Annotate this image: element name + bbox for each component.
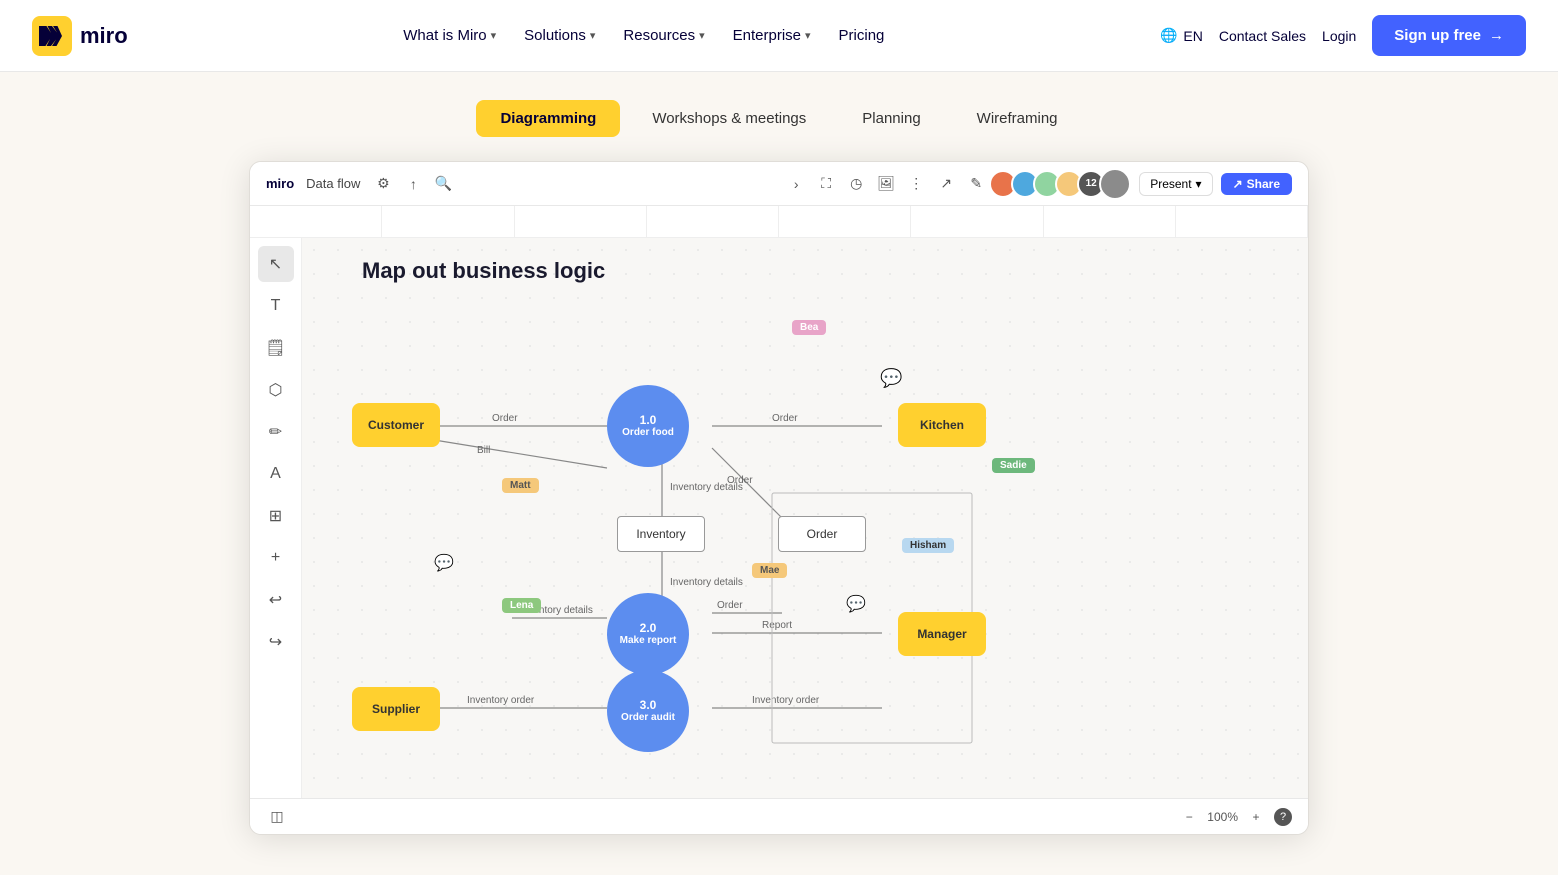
nav-what-is-miro[interactable]: What is Miro ▾: [391, 19, 508, 52]
tab-planning[interactable]: Planning: [838, 100, 944, 137]
feature-tabs: Diagramming Workshops & meetings Plannin…: [0, 72, 1558, 161]
diagram-title: Map out business logic: [362, 258, 605, 284]
doc-title[interactable]: Data flow: [306, 176, 360, 191]
canvas-toolbar: miro Data flow ⚙ ↑ 🔍 › ⛶ ◷ 🖼 ⋮ ↗ ✎: [250, 162, 1308, 206]
chevron-down-icon: ▾: [699, 29, 705, 42]
nav-resources[interactable]: Resources ▾: [611, 19, 716, 52]
strip-cell: [382, 206, 514, 237]
user-tag-lena: Lena: [502, 598, 541, 613]
collaborator-avatars: 12: [995, 168, 1131, 200]
panel-toggle-icon[interactable]: ◫: [266, 806, 288, 828]
strip-cell: [515, 206, 647, 237]
image-icon[interactable]: 🖼: [875, 173, 897, 195]
logo-text: miro: [80, 23, 128, 49]
canvas-body: ↖ T 🗒 ⬡ ✏ A ⊞ + ↩ ↪ Order: [250, 238, 1308, 798]
chat-bubble-icon: 💬: [880, 368, 902, 389]
user-avatar[interactable]: [1099, 168, 1131, 200]
chat-bubble-icon-3: 💬: [846, 594, 866, 614]
login-button[interactable]: Login: [1322, 28, 1356, 44]
present-button[interactable]: Present ▾: [1139, 172, 1212, 196]
header-right: 🌐 EN Contact Sales Login Sign up free →: [1160, 15, 1526, 56]
toolbar-icons: ⚙ ↑ 🔍: [372, 173, 454, 195]
connector-tool[interactable]: A: [258, 456, 294, 492]
share-button[interactable]: ↗ Share: [1221, 173, 1292, 195]
miro-logo-icon[interactable]: [32, 16, 72, 56]
timer-icon[interactable]: ◷: [845, 173, 867, 195]
zoom-level: 100%: [1207, 810, 1238, 824]
user-tag-bea: Bea: [792, 320, 826, 335]
canvas-wrapper: miro Data flow ⚙ ↑ 🔍 › ⛶ ◷ 🖼 ⋮ ↗ ✎: [0, 161, 1558, 875]
nav-solutions[interactable]: Solutions ▾: [512, 19, 607, 52]
arrow-right-icon: →: [1489, 27, 1504, 44]
fullscreen-icon[interactable]: ⛶: [815, 173, 837, 195]
contact-sales-button[interactable]: Contact Sales: [1219, 28, 1306, 44]
pen-tool[interactable]: ✏: [258, 414, 294, 450]
toolbar-right: › ⛶ ◷ 🖼 ⋮ ↗ ✎ 12 Present ▾: [785, 168, 1292, 200]
kitchen-box[interactable]: Kitchen: [898, 403, 986, 447]
tab-diagramming[interactable]: Diagramming: [476, 100, 620, 137]
zoom-out-button[interactable]: −: [1179, 807, 1199, 827]
logo-area: miro: [32, 16, 128, 56]
grid-icon[interactable]: ⋮: [905, 173, 927, 195]
select-tool[interactable]: ↖: [258, 246, 294, 282]
left-tools-sidebar: ↖ T 🗒 ⬡ ✏ A ⊞ + ↩ ↪: [250, 238, 302, 798]
sticky-note-tool[interactable]: 🗒: [258, 330, 294, 366]
add-tool[interactable]: +: [258, 540, 294, 576]
chevron-right-icon[interactable]: ›: [785, 173, 807, 195]
share-icon: ↗: [1233, 177, 1243, 191]
strip-cell: [911, 206, 1043, 237]
language-button[interactable]: 🌐 EN: [1160, 27, 1203, 44]
tab-wireframing[interactable]: Wireframing: [953, 100, 1082, 137]
help-icon[interactable]: ?: [1274, 808, 1292, 826]
ruler-strip: [250, 206, 1308, 238]
arrow-tool-icon[interactable]: ↗: [935, 173, 957, 195]
bottom-toolbar: ◫ − 100% + ?: [250, 798, 1308, 834]
upload-icon[interactable]: ↑: [402, 173, 424, 195]
zoom-in-button[interactable]: +: [1246, 807, 1266, 827]
strip-cell: [779, 206, 911, 237]
text-tool[interactable]: T: [258, 288, 294, 324]
undo-tool[interactable]: ↩: [258, 582, 294, 618]
order-rect[interactable]: Order: [778, 516, 866, 552]
redo-tool[interactable]: ↪: [258, 624, 294, 660]
globe-icon: 🌐: [1160, 27, 1177, 44]
main-diagram-canvas[interactable]: Order Bill Order Inventory details Order: [302, 238, 1308, 798]
strip-cell: [647, 206, 779, 237]
user-tag-sadie: Sadie: [992, 458, 1035, 473]
signup-button[interactable]: Sign up free →: [1372, 15, 1526, 56]
manager-box[interactable]: Manager: [898, 612, 986, 656]
user-tag-hisham: Hisham: [902, 538, 954, 553]
canvas-container: miro Data flow ⚙ ↑ 🔍 › ⛶ ◷ 🖼 ⋮ ↗ ✎: [249, 161, 1309, 835]
strip-cell: [1176, 206, 1308, 237]
cursor-icon[interactable]: ✎: [965, 173, 987, 195]
user-tag-mae: Mae: [752, 563, 787, 578]
strip-cell: [1044, 206, 1176, 237]
chevron-down-icon: ▾: [491, 29, 497, 42]
customer-box[interactable]: Customer: [352, 403, 440, 447]
tab-workshops[interactable]: Workshops & meetings: [628, 100, 830, 137]
chevron-down-icon: ▾: [1196, 177, 1202, 191]
circle-order-audit[interactable]: 3.0 Order audit: [607, 670, 689, 752]
chevron-down-icon: ▾: [590, 29, 596, 42]
main-nav: What is Miro ▾ Solutions ▾ Resources ▾ E…: [391, 19, 896, 52]
circle-order-food[interactable]: 1.0 Order food: [607, 385, 689, 467]
supplier-box[interactable]: Supplier: [352, 687, 440, 731]
user-tag-matt: Matt: [502, 478, 539, 493]
search-icon[interactable]: 🔍: [432, 173, 454, 195]
settings-icon[interactable]: ⚙: [372, 173, 394, 195]
toolbar-left: miro Data flow ⚙ ↑ 🔍: [266, 173, 454, 195]
chat-bubble-icon-2: 💬: [434, 553, 454, 573]
zoom-controls: − 100% + ?: [1179, 807, 1292, 827]
canvas-miro-label: miro: [266, 176, 294, 191]
nav-pricing[interactable]: Pricing: [827, 19, 897, 52]
main-header: miro What is Miro ▾ Solutions ▾ Resource…: [0, 0, 1558, 72]
shape-tool[interactable]: ⬡: [258, 372, 294, 408]
chevron-down-icon: ▾: [805, 29, 811, 42]
nav-enterprise[interactable]: Enterprise ▾: [721, 19, 823, 52]
strip-cell: [250, 206, 382, 237]
inventory-rect[interactable]: Inventory: [617, 516, 705, 552]
crop-tool[interactable]: ⊞: [258, 498, 294, 534]
circle-make-report[interactable]: 2.0 Make report: [607, 593, 689, 675]
